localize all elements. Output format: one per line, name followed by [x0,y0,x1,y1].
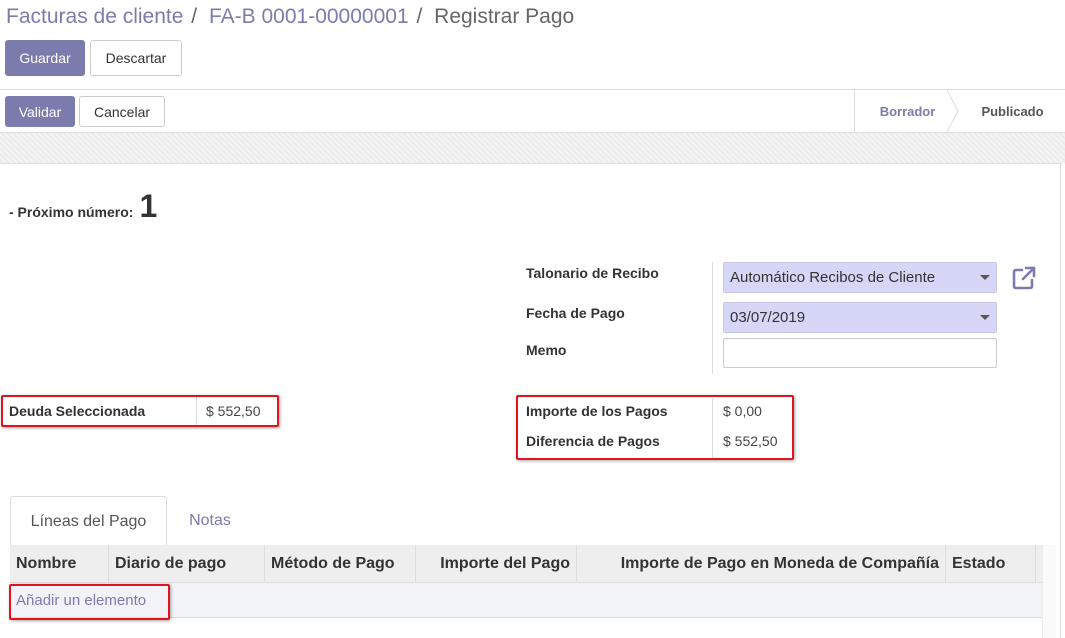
payment-date-label: Fecha de Pago [526,305,625,321]
memo-input[interactable] [723,338,997,368]
next-number-value: 1 [139,188,158,224]
receipt-book-value: Automático Recibos de Cliente [730,269,936,286]
external-link-icon[interactable] [1011,265,1037,291]
status-published[interactable]: Publicado [958,90,1065,132]
column-header-amount[interactable]: Importe del Pago [416,545,577,582]
tab-notes[interactable]: Notas [167,496,253,546]
next-number-label: - Próximo número: [9,204,134,220]
status-draft[interactable]: Borrador [854,90,959,132]
column-header-journal[interactable]: Diario de pago [109,545,265,582]
status-draft-label: Borrador [879,103,936,119]
notebook-tabs: Líneas del Pago Notas [10,496,253,546]
memo-label: Memo [526,342,567,358]
column-header-company-amount[interactable]: Importe de Pago en Moneda de Compañía [577,545,946,582]
highlight-payment-totals [516,395,794,460]
breadcrumb-invoices[interactable]: Facturas de cliente [6,5,183,28]
sheet-background [0,133,1065,164]
next-number: - Próximo número: 1 [9,188,157,225]
payment-date-value: 03/07/2019 [730,309,806,326]
column-header-state[interactable]: Estado [946,545,1036,582]
statusbar: Borrador Publicado [854,90,1065,132]
caret-down-icon [980,275,990,280]
column-header-name[interactable]: Nombre [10,545,109,582]
tab-payment-lines[interactable]: Líneas del Pago [10,496,167,546]
save-button[interactable]: Guardar [5,40,85,76]
receipt-book-label: Talonario de Recibo [526,265,659,281]
table-header: Nombre Diario de pago Método de Pago Imp… [10,545,1042,583]
receipt-book-select[interactable]: Automático Recibos de Cliente [723,262,997,293]
status-published-label: Publicado [981,103,1044,119]
breadcrumb-separator: / [191,5,198,28]
breadcrumb-invoice-number[interactable]: FA-B 0001-00000001 [209,5,409,28]
breadcrumb-separator: / [416,5,423,28]
discard-button[interactable]: Descartar [90,40,182,76]
table-scrollbar[interactable] [1042,545,1056,638]
validate-button[interactable]: Validar [5,96,75,127]
column-header-method[interactable]: Método de Pago [265,545,416,582]
breadcrumb-current: Registrar Pago [434,5,575,28]
cancel-button[interactable]: Cancelar [79,96,165,127]
payment-date-select[interactable]: 03/07/2019 [723,302,997,333]
breadcrumb: Facturas de cliente / FA-B 0001-00000001… [6,5,574,29]
highlight-selected-debt [1,395,279,427]
caret-down-icon [980,315,990,320]
highlight-add-line [9,584,170,620]
field-divider [712,262,713,374]
